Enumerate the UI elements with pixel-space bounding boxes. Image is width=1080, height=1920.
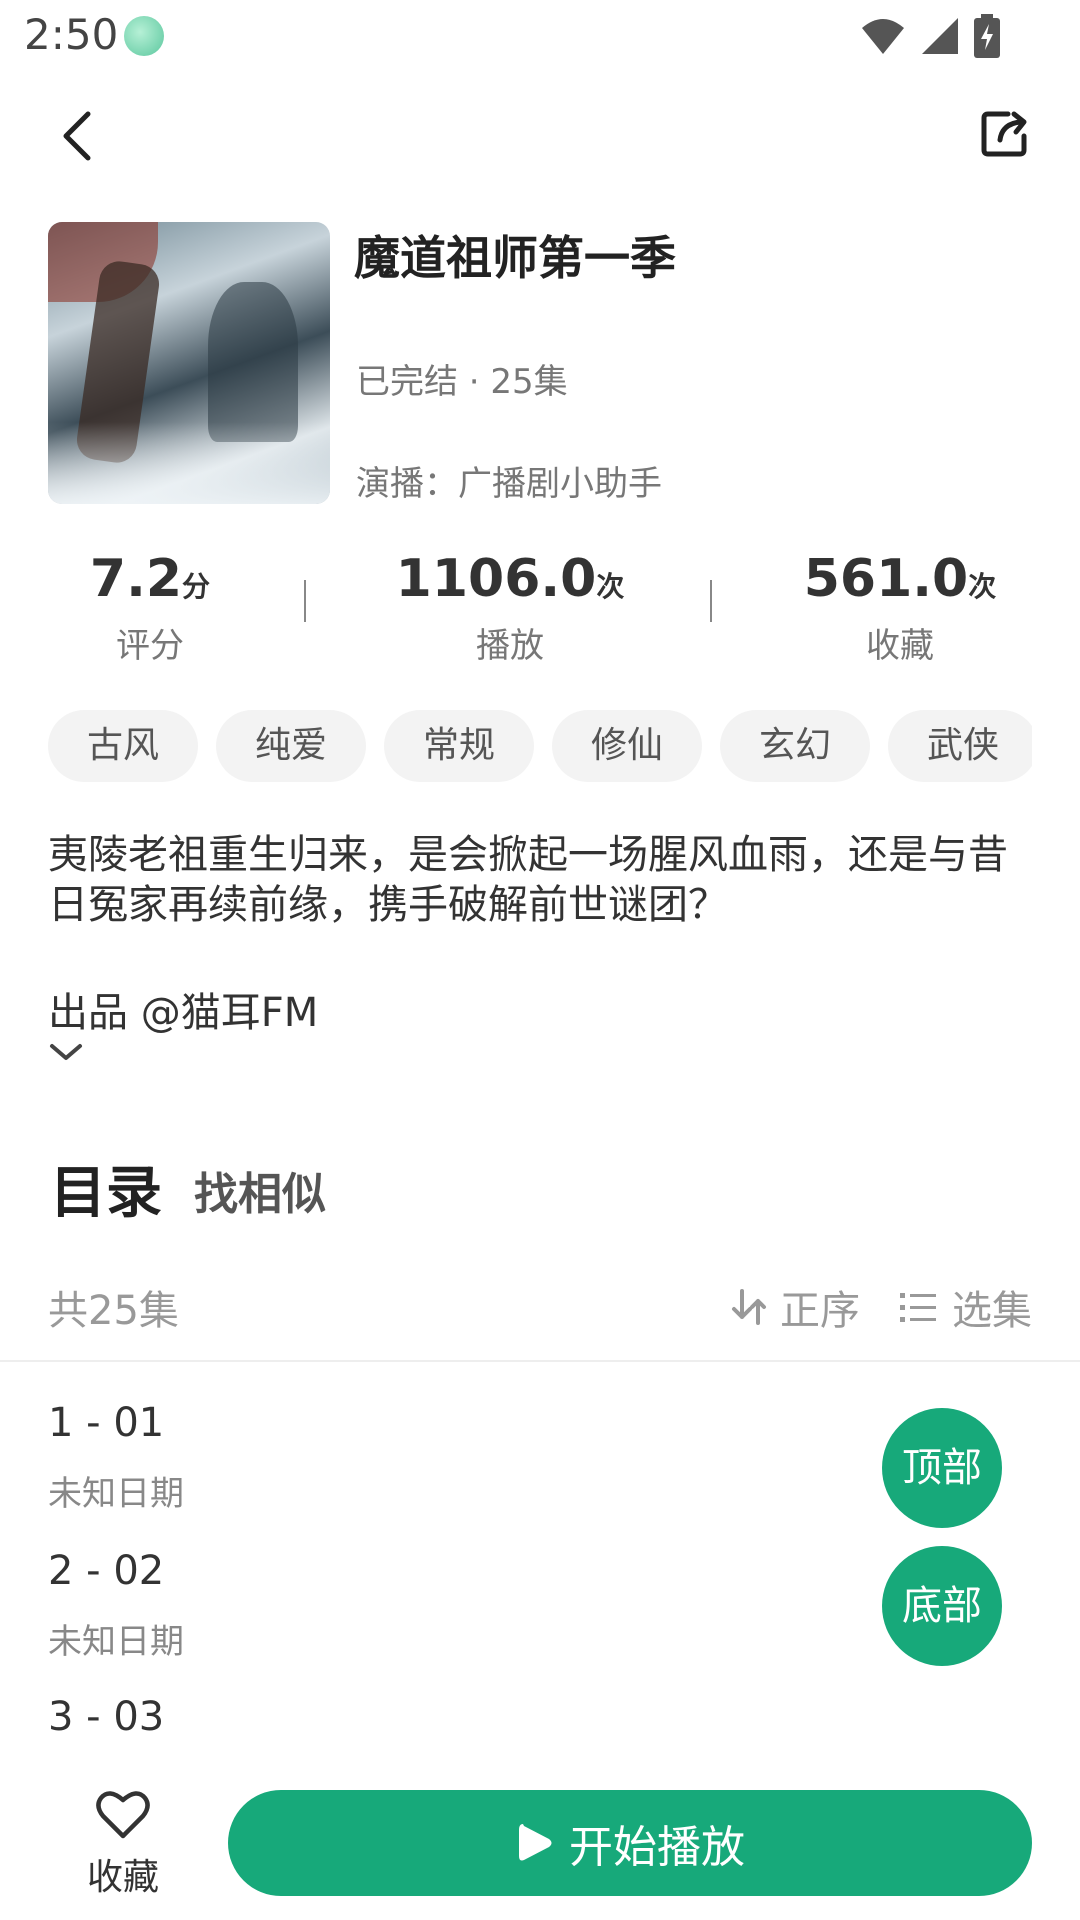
battery-charging-icon [974, 14, 1000, 58]
tag-chip[interactable]: 玄幻 [720, 710, 870, 782]
tag-chip[interactable]: 武侠 [888, 710, 1032, 782]
signal-icon [922, 18, 958, 54]
status-bar: 2:50 [0, 0, 1080, 72]
play-icon [519, 1824, 552, 1861]
stat-plays: 1106.0次 播放 [380, 548, 640, 667]
status-icons [860, 14, 1000, 58]
sort-label: 正序 [780, 1288, 860, 1334]
list-divider [0, 1360, 1080, 1362]
sort-icon [732, 1289, 766, 1325]
plays-value: 1106.0 [395, 549, 597, 609]
tag-chip[interactable]: 常规 [384, 710, 534, 782]
rating-unit: 分 [182, 570, 211, 603]
back-button[interactable] [50, 106, 110, 166]
favorite-label: 收藏 [86, 1857, 159, 1898]
rating-value: 7.2 [89, 549, 183, 609]
cover-image[interactable] [48, 222, 330, 504]
producer-text: 出品 @猫耳FM [48, 990, 319, 1036]
list-icon [900, 1293, 936, 1322]
stat-favorites: 561.0次 收藏 [780, 548, 1020, 667]
wifi-icon [862, 19, 904, 54]
share-button[interactable] [978, 106, 1042, 170]
tag-list: 古风 纯爱 常规 修仙 玄幻 武侠 [48, 710, 1032, 784]
tag-chip[interactable]: 纯爱 [216, 710, 366, 782]
episode-count: 共25集 [48, 1288, 179, 1334]
drama-status: 已完结 · 25集 [356, 362, 568, 402]
episode-item[interactable]: 2 - 02 未知日期 [48, 1548, 888, 1663]
stat-divider [710, 580, 712, 622]
favorites-label: 收藏 [866, 626, 934, 666]
heart-icon [96, 1791, 150, 1839]
tab-similar[interactable]: 找相似 [194, 1158, 326, 1222]
favorites-value: 561.0 [803, 549, 969, 609]
chevron-down-icon[interactable] [48, 1040, 84, 1064]
chevron-left-icon [63, 111, 91, 161]
sort-button[interactable]: 正序 [730, 1278, 860, 1336]
scroll-bottom-button[interactable]: 底部 [882, 1546, 1002, 1666]
tag-chip[interactable]: 古风 [48, 710, 198, 782]
select-label: 选集 [952, 1288, 1032, 1334]
rating-label: 评分 [116, 626, 184, 666]
plays-unit: 次 [596, 570, 625, 603]
drama-cast: 演播：广播剧小助手 [356, 464, 662, 504]
favorite-button[interactable]: 收藏 [60, 1788, 186, 1900]
favorites-unit: 次 [968, 570, 997, 603]
episode-date: 未知日期 [48, 1474, 184, 1514]
app-notification-icon [124, 16, 164, 56]
scroll-top-button[interactable]: 顶部 [882, 1408, 1002, 1528]
episode-title: 3 - 03 [48, 1694, 165, 1740]
stat-divider [304, 580, 306, 622]
plays-label: 播放 [476, 626, 544, 666]
episode-item[interactable]: 1 - 01 未知日期 [48, 1400, 888, 1515]
episode-title: 2 - 02 [48, 1548, 165, 1594]
stat-rating: 7.2分 评分 [60, 548, 240, 667]
description-text: 夷陵老祖重生归来，是会掀起一场腥风血雨，还是与昔日冤家再续前缘，携手破解前世谜团… [48, 832, 1008, 928]
drama-title: 魔道祖师第一季 [354, 231, 676, 285]
tag-chip[interactable]: 修仙 [552, 710, 702, 782]
play-label: 开始播放 [569, 1822, 745, 1873]
start-play-button[interactable]: 开始播放 [228, 1790, 1032, 1896]
tab-catalog[interactable]: 目录 [50, 1148, 162, 1229]
episode-title: 1 - 01 [48, 1400, 165, 1446]
share-icon [981, 111, 1027, 157]
episode-item[interactable]: 3 - 03 [48, 1694, 888, 1740]
status-time: 2:50 [24, 10, 119, 59]
episode-date: 未知日期 [48, 1622, 184, 1662]
select-episodes-button[interactable]: 选集 [898, 1278, 1032, 1336]
